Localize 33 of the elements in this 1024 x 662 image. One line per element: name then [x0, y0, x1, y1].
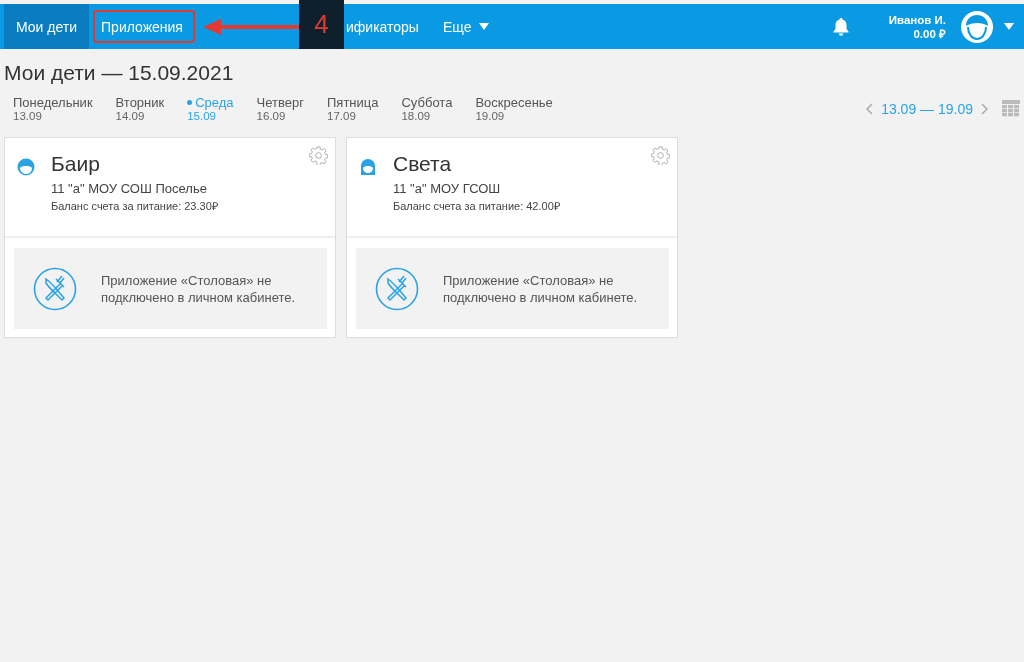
day-tab[interactable]: Понедельник 13.09 — [13, 95, 93, 122]
day-tab[interactable]: Вторник 14.09 — [115, 95, 165, 122]
settings-icon[interactable] — [651, 146, 670, 165]
chevron-left-icon[interactable] — [866, 102, 874, 115]
user-name: Иванов И. — [888, 12, 946, 27]
day-tab[interactable]: Пятница 17.09 — [327, 95, 379, 122]
child-name: Света — [393, 152, 453, 176]
notice-text: Приложение «Столовая» не подключено в личном кабинете. — [443, 271, 639, 306]
arrow-icon — [202, 18, 299, 35]
day-tab[interactable]: Четверг 16.09 — [256, 95, 304, 122]
bell-icon[interactable] — [832, 17, 849, 36]
cutlery-icon — [33, 266, 77, 311]
boy-avatar-icon — [17, 158, 35, 176]
avatar-icon[interactable] — [960, 9, 994, 44]
page-title: Мои дети — 15.09.2021 — [4, 61, 235, 85]
step-badge: 4 — [298, 0, 344, 49]
meal-balance: Баланс счета за питание: 42.00₽ — [393, 199, 560, 213]
girl-avatar-icon — [359, 158, 377, 176]
cutlery-icon — [375, 266, 419, 311]
day-tab[interactable]: Суббота 18.09 — [401, 95, 453, 122]
school-name: 11 "а" МОУ СОШ Поселье — [51, 181, 208, 196]
child-name: Баир — [51, 152, 101, 176]
school-name: 11 "а" МОУ ГСОШ — [393, 181, 502, 196]
day-tab[interactable]: Воскресенье 19.09 — [475, 95, 553, 122]
calendar-icon[interactable] — [1002, 100, 1020, 117]
nav-tab[interactable]: Мои дети — [4, 4, 90, 49]
user-balance: 0.00 ₽ — [913, 26, 946, 41]
chevron-right-icon[interactable] — [981, 102, 988, 115]
caret-icon[interactable] — [1004, 23, 1014, 30]
settings-icon[interactable] — [309, 146, 328, 165]
meal-balance: Баланс счета за питание: 23.30₽ — [51, 199, 218, 213]
caret-icon — [479, 23, 490, 30]
notice-text: Приложение «Столовая» не подключено в личном кабинете. — [101, 271, 297, 306]
